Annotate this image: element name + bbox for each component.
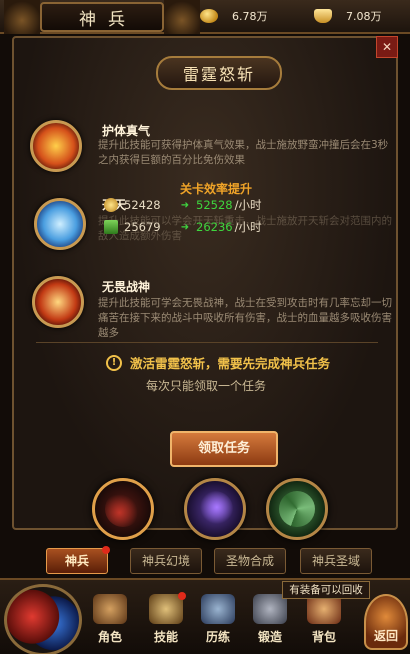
skill-desc-3: 提升此技能可学会无畏战神，战士在受到攻击时有几率忘却一切痛苦在接下来的战斗中吸收… — [98, 297, 392, 339]
weapon-slot-violet-sword[interactable] — [184, 478, 246, 540]
page-title: 神兵 — [79, 9, 137, 30]
tab-label: 神兵幻境 — [141, 554, 190, 568]
dragon-fire-icon[interactable] — [30, 120, 82, 172]
skill-name-3: 无畏战神 — [102, 280, 151, 294]
nav-bag[interactable]: 背包 — [304, 594, 344, 652]
quest-section: ! 激活雷霆怒斩，需要先完成神兵任务 每次只能领取一个任务 领取任务 — [36, 342, 378, 490]
nav-label: 技能 — [153, 630, 178, 644]
nav-label: 角色 — [97, 630, 122, 644]
arrow-right-icon: ➜ — [180, 199, 190, 211]
efficiency-row-gold: 52428 ➜ 52528 /小时 — [104, 196, 261, 214]
title-corner-left-decoration — [4, 0, 40, 34]
hp-mp-orb — [4, 584, 82, 654]
gold-new-value: 52528 — [196, 198, 233, 212]
nav-label: 锻造 — [257, 630, 282, 644]
skill-title: 雷霆怒斩 — [182, 65, 255, 84]
gold-coin-icon — [200, 9, 218, 23]
exp-new-value: 26236 — [196, 220, 233, 234]
weapon-slot-blood-blade[interactable] — [92, 478, 154, 540]
flame-warrior-icon[interactable] — [32, 276, 84, 328]
skill-title-plate: 雷霆怒斩 — [156, 56, 282, 90]
gold-ingot-icon — [314, 9, 332, 23]
title-corner-right-decoration — [164, 0, 200, 34]
page-title-plate: 神兵 — [40, 2, 164, 32]
tab-weapon-illusion[interactable]: 神兵幻境 — [130, 548, 202, 574]
jade-fan-icon — [279, 491, 315, 527]
efficiency-title: 关卡效率提升 — [180, 182, 253, 196]
notification-dot — [178, 592, 186, 600]
sub-tabs: 神兵 神兵幻境 圣物合成 神兵圣域 — [0, 546, 410, 574]
tab-relic-synthesis[interactable]: 圣物合成 — [214, 548, 286, 574]
skill-panel: ✕ 雷霆怒斩 护体真气 提升此技能可获得护体真气效果，战士施放野蛮冲撞后会在3秒… — [12, 36, 398, 530]
exp-old-value: 25679 — [124, 220, 161, 234]
receive-quest-button[interactable]: 领取任务 — [170, 431, 278, 467]
violet-sword-icon — [197, 491, 233, 527]
nav-character[interactable]: 角色 — [90, 594, 130, 652]
gold-coin-icon — [104, 198, 118, 212]
activation-warning: ! 激活雷霆怒斩，需要先完成神兵任务 — [106, 353, 330, 372]
top-bar: 神兵 6.78万 7.08万 — [0, 0, 410, 34]
character-icon — [93, 594, 127, 624]
close-button[interactable]: ✕ — [376, 36, 398, 58]
nav-label: 背包 — [311, 630, 336, 644]
gold-ingot-counter: 7.08万 — [314, 6, 382, 26]
gold-coin-counter: 6.78万 — [200, 6, 268, 26]
tab-divine-weapon[interactable]: 神兵 — [46, 546, 110, 574]
tab-label: 神兵 — [64, 554, 89, 568]
skill-name-1: 护体真气 — [102, 124, 151, 138]
nav-forge[interactable]: 锻造 — [250, 594, 290, 652]
tab-weapon-sanctuary[interactable]: 神兵圣域 — [300, 548, 372, 574]
exp-unit: /小时 — [234, 220, 262, 234]
back-label: 返回 — [373, 629, 398, 643]
recycle-tooltip: 有装备可以回收 — [282, 581, 370, 599]
blood-blade-icon — [105, 491, 141, 527]
tab-label: 圣物合成 — [225, 554, 274, 568]
nav-skills[interactable]: 技能 — [146, 592, 186, 652]
training-icon — [201, 594, 235, 624]
nav-training[interactable]: 历练 — [198, 594, 238, 652]
gold-ingot-value: 7.08万 — [346, 10, 382, 23]
exclamation-icon: ! — [106, 354, 122, 371]
gold-coin-value: 6.78万 — [232, 10, 268, 23]
tab-label: 神兵圣域 — [311, 554, 360, 568]
notification-dot — [102, 546, 110, 554]
quest-note: 每次只能领取一个任务 — [146, 379, 267, 393]
arrow-right-icon: ➜ — [180, 221, 190, 233]
experience-icon — [104, 220, 118, 234]
ice-blade-icon[interactable] — [34, 198, 86, 250]
efficiency-row-exp: 25679 ➜ 26236 /小时 — [104, 218, 261, 236]
gold-unit: /小时 — [234, 198, 262, 212]
activation-warning-text: 激活雷霆怒斩，需要先完成神兵任务 — [130, 356, 331, 371]
back-button[interactable]: 返回 — [364, 594, 408, 650]
nav-label: 历练 — [205, 630, 230, 644]
skill-desc-1: 提升此技能可获得护体真气效果，战士施放野蛮冲撞后会在3秒之内获得巨额的百分比免伤… — [98, 139, 389, 166]
weapon-slot-jade-fan[interactable] — [266, 478, 328, 540]
gold-old-value: 52428 — [124, 198, 161, 212]
